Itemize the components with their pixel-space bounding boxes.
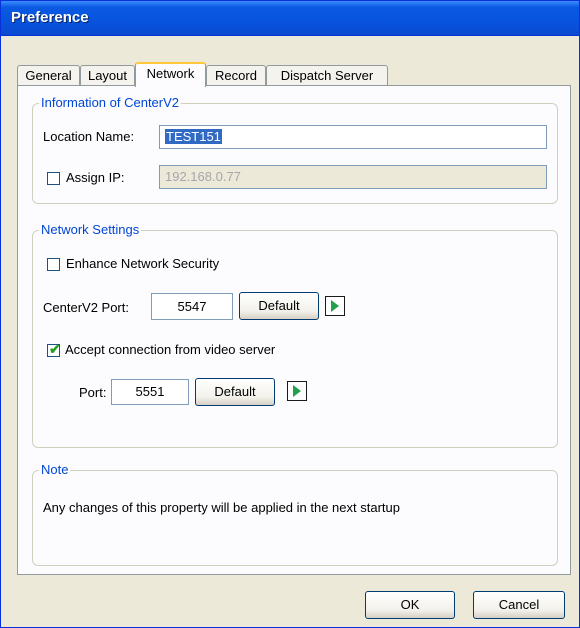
video-server-port-default-button[interactable]: Default	[195, 378, 275, 406]
tab-record[interactable]: Record	[206, 65, 266, 86]
window-title: Preference	[11, 9, 89, 26]
play-arrow-icon	[293, 385, 301, 397]
network-tab-panel: Information of CenterV2 Location Name: T…	[17, 85, 571, 575]
accept-connection-label: Accept connection from video server	[65, 342, 276, 357]
video-server-port-input[interactable]: 5551	[111, 379, 189, 405]
accept-connection-checkbox[interactable]: ✔	[47, 341, 61, 357]
title-bar[interactable]: Preference	[1, 1, 579, 36]
cancel-button[interactable]: Cancel	[473, 591, 565, 619]
location-name-label: Location Name:	[43, 129, 135, 144]
info-group: Information of CenterV2 Location Name: T…	[32, 95, 558, 204]
video-server-port-play-icon[interactable]	[287, 381, 307, 401]
centerv2-port-play-icon[interactable]	[325, 296, 345, 316]
tab-network[interactable]: Network	[135, 62, 206, 87]
enhance-security-label: Enhance Network Security	[66, 256, 220, 271]
enhance-security-checkbox[interactable]	[47, 258, 60, 271]
network-settings-legend: Network Settings	[39, 222, 142, 237]
tab-layout[interactable]: Layout	[80, 65, 135, 86]
ok-button[interactable]: OK	[365, 591, 455, 619]
assign-ip-checkbox[interactable]	[47, 172, 60, 185]
play-arrow-icon	[331, 300, 339, 312]
centerv2-port-input[interactable]: 5547	[151, 293, 233, 320]
video-server-port-label: Port:	[79, 385, 107, 400]
note-text: Any changes of this property will be app…	[43, 500, 400, 515]
note-group: Note Any changes of this property will b…	[32, 462, 558, 566]
assign-ip-label: Assign IP:	[66, 170, 125, 185]
network-settings-group: Network Settings Enhance Network Securit…	[32, 222, 558, 448]
ip-address-input[interactable]: 192.168.0.77	[159, 165, 547, 189]
centerv2-port-label: CenterV2 Port:	[43, 300, 129, 315]
tab-general[interactable]: General	[17, 65, 80, 86]
location-name-input[interactable]: TEST151	[159, 125, 547, 149]
tab-dispatch-server[interactable]: Dispatch Server	[266, 65, 388, 86]
note-legend: Note	[39, 462, 71, 477]
info-group-legend: Information of CenterV2	[39, 95, 182, 110]
location-name-value: TEST151	[165, 129, 222, 144]
check-tick-icon: ✔	[49, 341, 61, 357]
preference-window: Preference General Layout Network Record…	[0, 0, 580, 628]
centerv2-port-default-button[interactable]: Default	[239, 292, 319, 320]
